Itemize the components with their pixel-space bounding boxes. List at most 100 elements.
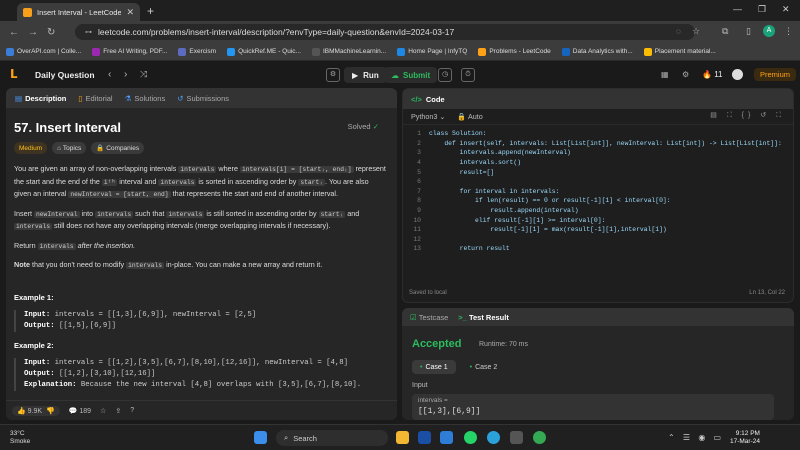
- telegram-icon[interactable]: [487, 431, 500, 444]
- cursor-position: Ln 13, Col 22: [749, 290, 785, 296]
- code-line[interactable]: 4 intervals.sort(): [403, 158, 793, 168]
- tab-testcase[interactable]: ☑ Testcase: [410, 313, 448, 322]
- submit-button[interactable]: ☁ Submit: [384, 67, 438, 83]
- help-icon[interactable]: ?: [130, 407, 134, 414]
- cloud-upload-icon: ☁: [391, 70, 399, 80]
- code-line[interactable]: 3 intervals.append(newInterval): [403, 148, 793, 158]
- code-line[interactable]: 8 if len(result) == 0 or result[-1][1] <…: [403, 196, 793, 206]
- minimize-icon[interactable]: —: [733, 4, 742, 14]
- bookmark-item[interactable]: OverAPI.com | Colle...: [6, 47, 81, 56]
- debug-icon[interactable]: ⚙: [326, 68, 340, 82]
- desc-paragraph-2: Insert newInterval into intervals such t…: [14, 208, 360, 230]
- shuffle-icon[interactable]: ⤨: [140, 69, 147, 80]
- url-bar[interactable]: ⊶ leetcode.com/problems/insert-interval/…: [75, 24, 695, 40]
- code-line[interactable]: 12: [403, 235, 793, 245]
- case-1-button[interactable]: • Case 1: [412, 360, 456, 374]
- premium-button[interactable]: Premium: [754, 68, 797, 81]
- app-blue-icon[interactable]: [440, 431, 453, 444]
- leetcode-logo-icon[interactable]: ᒪ: [10, 67, 24, 81]
- tab-solutions[interactable]: ⚗ Solutions: [125, 94, 166, 103]
- code-line[interactable]: 1 class Solution:: [403, 129, 793, 139]
- code-line[interactable]: 5 result=[]: [403, 167, 793, 177]
- taskbar-search[interactable]: ⌕ Search: [276, 430, 388, 446]
- taskbar: 33°C Smoke ⌕ Search ⌃ ☰ ◉ ▭ 9:12 PM 17-M…: [0, 424, 800, 450]
- like-button[interactable]: 👍 9.9K 👎: [12, 405, 60, 416]
- code-line[interactable]: 13 return result: [403, 244, 793, 254]
- timer-icon[interactable]: ⏱: [461, 68, 475, 82]
- case-2-button[interactable]: • Case 2: [462, 360, 506, 374]
- bookmark-star-icon[interactable]: ☆: [692, 26, 700, 37]
- share-icon[interactable]: ⇪: [115, 407, 121, 415]
- next-question-icon[interactable]: ›: [124, 69, 127, 80]
- code-text: elif result[-1][1] >= interval[0]:: [429, 216, 606, 224]
- clock[interactable]: 9:12 PM 17-Mar-24: [730, 430, 760, 446]
- code-line[interactable]: 11 result[-1][1] = max(result[-1][1],int…: [403, 225, 793, 235]
- thumbs-down-icon[interactable]: 👎: [46, 408, 55, 415]
- code-lines[interactable]: 1 class Solution: 2 def insert(self, inter…: [403, 129, 793, 254]
- bookmark-item[interactable]: Home Page | InfyTQ: [397, 47, 467, 56]
- bookmarks-bar: OverAPI.com | Colle... Free AI Writing, P…: [0, 43, 800, 61]
- profile-avatar[interactable]: A: [763, 25, 775, 37]
- weather-temp: 33°C: [10, 430, 25, 437]
- editor-actions[interactable]: ▤ ⛶ {} ↺ ⛶: [710, 111, 785, 120]
- code-line[interactable]: 7 for interval in intervals:: [403, 187, 793, 197]
- settings-app-icon[interactable]: [510, 431, 523, 444]
- code-text: intervals.sort(): [429, 159, 522, 167]
- bookmark-item[interactable]: Exercism: [178, 47, 216, 56]
- leetcode-header: ᒪ Daily Question ‹ › ⤨ ⚙ ▶ Run ☁ Submit …: [0, 61, 800, 87]
- menu-kebab-icon[interactable]: ⋮: [784, 26, 793, 37]
- bookmark-item[interactable]: Problems - LeetCode: [478, 47, 551, 56]
- site-info-icon[interactable]: ⊶: [85, 28, 92, 36]
- code-line[interactable]: 6: [403, 177, 793, 187]
- close-window-icon[interactable]: ✕: [782, 4, 790, 15]
- daily-question-link[interactable]: Daily Question: [35, 70, 95, 80]
- lock-icon: 🔒: [457, 112, 467, 121]
- tab-test-result[interactable]: >_ Test Result: [458, 313, 509, 322]
- bookmark-item[interactable]: Free AI Writing, PDF...: [92, 47, 167, 56]
- browser-tab[interactable]: Insert Interval - LeetCode ✕: [17, 3, 140, 21]
- forward-icon[interactable]: →: [28, 27, 38, 38]
- settings-gear-icon[interactable]: ⚙: [682, 70, 689, 79]
- weather-widget[interactable]: 33°C Smoke: [10, 430, 30, 446]
- topics-tag[interactable]: ⌂ Topics: [52, 142, 87, 154]
- user-avatar[interactable]: [732, 69, 743, 80]
- tab-editorial[interactable]: ▯ Editorial: [78, 94, 112, 103]
- address-bar-row: ← → ↻ ⊶ leetcode.com/problems/insert-int…: [0, 21, 800, 43]
- favorite-star-icon[interactable]: ☆: [100, 407, 106, 415]
- side-panel-icon[interactable]: ▯: [746, 26, 751, 37]
- line-number: 7: [417, 187, 421, 195]
- eye-off-icon[interactable]: ◌: [676, 27, 681, 36]
- language-select[interactable]: Python3 ⌄: [411, 112, 445, 121]
- code-text: if len(result) == 0 or result[-1][1] < i…: [429, 197, 671, 205]
- extensions-icon[interactable]: ⧉: [722, 26, 728, 37]
- back-icon[interactable]: ←: [9, 27, 19, 38]
- auto-mode-toggle[interactable]: 🔒 Auto: [457, 112, 482, 121]
- bookmark-item[interactable]: IBMMachineLearnin...: [311, 47, 386, 56]
- streak-counter[interactable]: 🔥 11: [702, 70, 723, 79]
- code-line[interactable]: 10 elif result[-1][1] >= interval[0]:: [403, 215, 793, 225]
- whatsapp-icon[interactable]: [464, 431, 477, 444]
- bookmark-item[interactable]: QuickRef.ME - Quic...: [227, 47, 301, 56]
- reload-icon[interactable]: ↻: [47, 27, 55, 38]
- app-l-icon[interactable]: [418, 431, 431, 444]
- chrome-icon[interactable]: [533, 431, 546, 444]
- prev-question-icon[interactable]: ‹: [108, 69, 111, 80]
- companies-tag[interactable]: 🔒 Companies: [91, 142, 145, 154]
- code-line[interactable]: 2 def insert(self, intervals: List[List[…: [403, 139, 793, 149]
- new-tab-icon[interactable]: +: [147, 4, 154, 18]
- layout-icon[interactable]: ▦: [661, 70, 669, 79]
- bookmark-item[interactable]: Data Analytics with...: [561, 47, 633, 56]
- close-tab-icon[interactable]: ✕: [126, 7, 134, 18]
- comments-button[interactable]: 💬 189: [69, 407, 91, 415]
- tab-description[interactable]: ▤ Description: [15, 94, 66, 103]
- bookmark-item[interactable]: Placement material...: [643, 47, 716, 56]
- windows-start-icon[interactable]: [254, 431, 267, 444]
- line-number: 3: [417, 149, 421, 157]
- system-tray[interactable]: ⌃ ☰ ◉ ▭: [668, 433, 724, 442]
- notes-icon[interactable]: ◷: [438, 68, 452, 82]
- file-explorer-icon[interactable]: [396, 431, 409, 444]
- tab-submissions[interactable]: ↺ Submissions: [177, 94, 229, 103]
- code-line[interactable]: 9 result.append(interval): [403, 206, 793, 216]
- maximize-icon[interactable]: ❐: [758, 4, 766, 15]
- run-button[interactable]: ▶ Run: [344, 67, 387, 83]
